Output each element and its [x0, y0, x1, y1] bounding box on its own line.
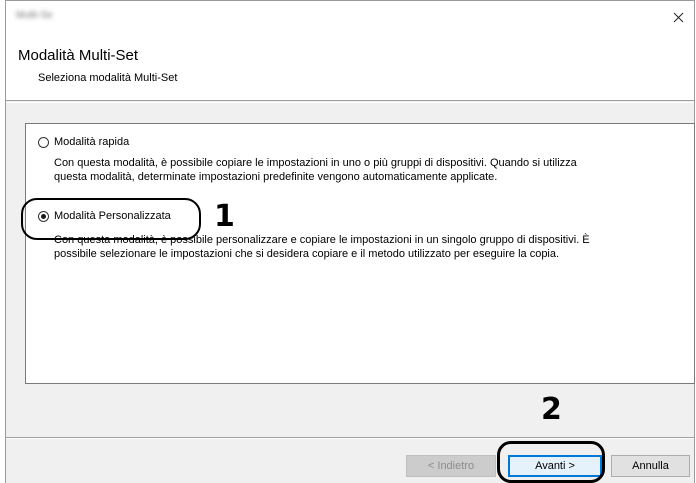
step2-callout: 2 — [541, 392, 562, 427]
header-divider — [6, 102, 694, 103]
wizard-header: Modalità Multi-Set Seleziona modalità Mu… — [6, 32, 694, 101]
mode-options-panel: Modalità rapida Con questa modalità, è p… — [25, 123, 695, 384]
window-title: Multi-Set — [16, 10, 52, 20]
close-button[interactable] — [662, 1, 694, 33]
step1-callout: 1 — [214, 199, 235, 234]
page-title: Modalità Multi-Set — [18, 47, 139, 64]
dialog-window: Multi-Set Modalità Multi-Set Seleziona m… — [5, 0, 695, 483]
cancel-button[interactable]: Annulla — [611, 455, 690, 477]
footer-divider-highlight — [6, 438, 694, 439]
option-quick-mode: Modalità rapida Con questa modalità, è p… — [38, 136, 678, 184]
custom-mode-description-line: possibile selezionare le impostazioni ch… — [54, 248, 560, 260]
quick-mode-label[interactable]: Modalità rapida — [54, 136, 129, 149]
step2-highlight-outline — [497, 441, 605, 483]
quick-mode-radio[interactable] — [38, 137, 49, 148]
quick-mode-radio-row[interactable]: Modalità rapida — [38, 136, 678, 149]
quick-mode-description-line: Con questa modalità, è possibile copiare… — [54, 157, 577, 169]
quick-mode-description: Con questa modalità, è possibile copiare… — [54, 156, 678, 184]
close-icon — [673, 12, 683, 22]
step1-highlight-outline — [21, 198, 201, 240]
quick-mode-description-line: questa modalità, determinate impostazion… — [54, 171, 498, 183]
title-bar: Multi-Set — [6, 0, 694, 32]
back-button[interactable]: < Indietro — [406, 455, 496, 477]
page-subtitle: Seleziona modalità Multi-Set — [38, 72, 178, 84]
